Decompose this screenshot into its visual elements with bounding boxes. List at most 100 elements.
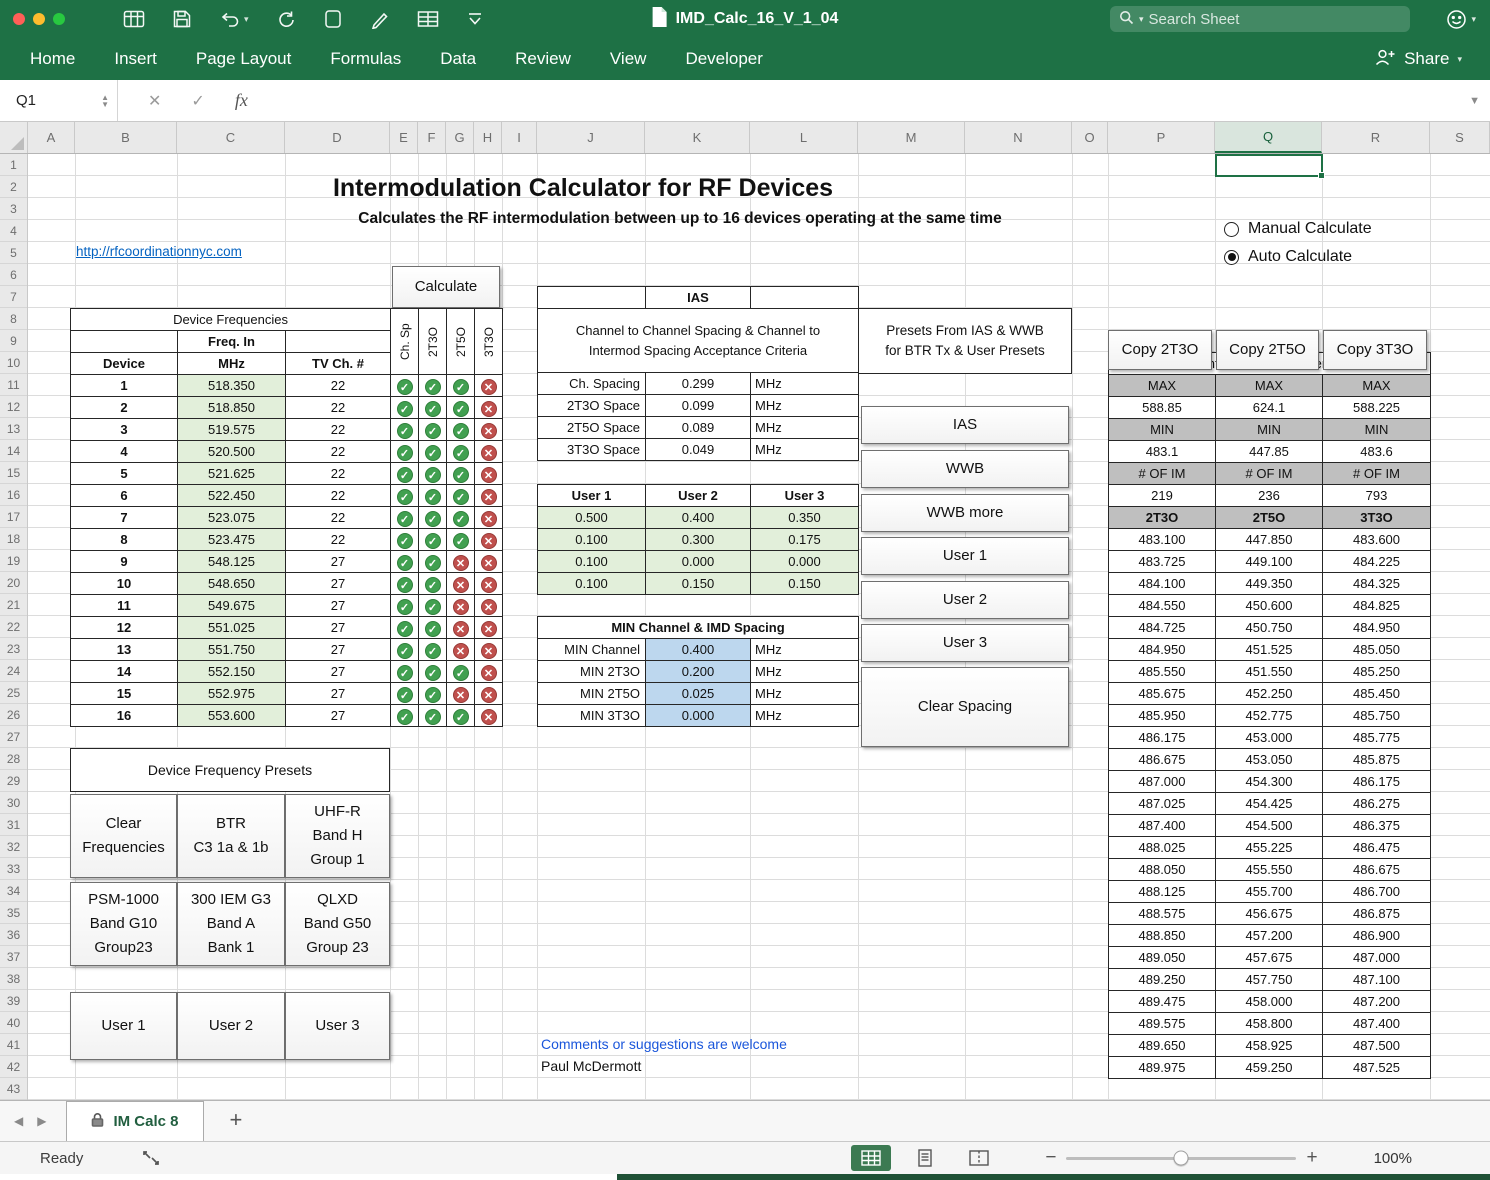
status-cell[interactable]: ✓ [391, 595, 419, 617]
status-cell[interactable]: ✓ [419, 661, 447, 683]
intermod-cell[interactable]: 457.750 [1216, 969, 1323, 991]
selected-cell-q1[interactable] [1215, 154, 1323, 177]
cancel-entry-button[interactable]: ✕ [148, 91, 161, 111]
status-cell[interactable]: ✓ [419, 441, 447, 463]
intermod-cell[interactable]: 489.050 [1109, 947, 1216, 969]
device-tvch-cell[interactable]: 22 [286, 397, 391, 419]
status-cell[interactable]: ✕ [475, 529, 503, 551]
status-cell[interactable]: ✓ [447, 375, 475, 397]
intermod-cell[interactable]: 236 [1216, 485, 1323, 507]
ias-value-cell[interactable]: 0.049 [646, 439, 751, 461]
user-value-cell[interactable]: 0.175 [751, 529, 859, 551]
row-header-23[interactable]: 23 [0, 638, 27, 660]
intermod-cell[interactable]: 484.725 [1109, 617, 1216, 639]
min-label-cell[interactable]: MIN 2T3O [538, 661, 646, 683]
device-freq-cell[interactable]: 548.650 [178, 573, 286, 595]
zoom-level[interactable]: 100% [1374, 1150, 1412, 1167]
status-cell[interactable]: ✓ [447, 485, 475, 507]
device-number-cell[interactable]: 8 [71, 529, 178, 551]
min-table-title[interactable]: MIN Channel & IMD Spacing [538, 617, 859, 639]
user-value-cell[interactable]: 0.400 [646, 507, 751, 529]
row-header-6[interactable]: 6 [0, 264, 27, 286]
freq-in-header[interactable]: Freq. In [178, 331, 286, 353]
intermod-cell[interactable]: # OF IM [1216, 463, 1323, 485]
column-header-r[interactable]: R [1322, 122, 1430, 153]
collapse-toolbar-icon[interactable] [466, 11, 484, 27]
device-number-cell[interactable]: 5 [71, 463, 178, 485]
intermod-cell[interactable]: 459.250 [1216, 1057, 1323, 1079]
insert-function-button[interactable]: fx [235, 90, 248, 111]
zoom-out-button[interactable]: − [1045, 1147, 1056, 1169]
intermod-cell[interactable]: 449.100 [1216, 551, 1323, 573]
intermod-cell[interactable]: 489.475 [1109, 991, 1216, 1013]
intermod-cell[interactable]: 485.775 [1323, 727, 1431, 749]
manual-calculate-radio[interactable]: Manual Calculate [1224, 220, 1372, 238]
search-scope-caret[interactable]: ▾ [1139, 14, 1144, 25]
status-cell[interactable]: ✓ [419, 551, 447, 573]
ribbon-tab-formulas[interactable]: Formulas [330, 49, 401, 69]
row-header-40[interactable]: 40 [0, 1012, 27, 1034]
tvch-col-header[interactable]: TV Ch. # [286, 353, 391, 375]
min-label-cell[interactable]: MIN Channel [538, 639, 646, 661]
intermod-cell[interactable]: 483.6 [1323, 441, 1431, 463]
device-table-title[interactable]: Device Frequencies [71, 309, 391, 331]
formula-bar-expand-caret[interactable]: ▼ [1469, 95, 1480, 107]
row-header-42[interactable]: 42 [0, 1056, 27, 1078]
row-header-24[interactable]: 24 [0, 660, 27, 682]
device-tvch-cell[interactable]: 27 [286, 705, 391, 727]
zoom-slider[interactable] [1066, 1157, 1296, 1160]
device-freq-cell[interactable]: 523.075 [178, 507, 286, 529]
intermod-cell[interactable]: 486.475 [1323, 837, 1431, 859]
status-cell[interactable]: ✓ [419, 529, 447, 551]
status-cell[interactable]: ✓ [419, 595, 447, 617]
page-icon[interactable] [323, 9, 343, 29]
ias-unit-cell[interactable]: MHz [751, 417, 859, 439]
status-cell[interactable]: ✓ [391, 683, 419, 705]
status-cell[interactable]: ✓ [419, 705, 447, 727]
device-freq-cell[interactable]: 552.975 [178, 683, 286, 705]
save-icon[interactable] [172, 9, 192, 29]
intermod-cell[interactable]: 484.950 [1323, 617, 1431, 639]
status-cell[interactable]: ✕ [475, 441, 503, 463]
row-header-4[interactable]: 4 [0, 220, 27, 242]
ias-unit-cell[interactable]: MHz [751, 395, 859, 417]
row-header-41[interactable]: 41 [0, 1034, 27, 1056]
column-header-k[interactable]: K [645, 122, 750, 153]
status-cell[interactable]: ✕ [475, 573, 503, 595]
intermod-cell[interactable]: 486.175 [1109, 727, 1216, 749]
share-button[interactable]: Share ▾ [1374, 48, 1462, 71]
column-header-f[interactable]: F [418, 122, 446, 153]
intermod-cell[interactable]: 487.400 [1323, 1013, 1431, 1035]
column-header-e[interactable]: E [390, 122, 418, 153]
row-header-36[interactable]: 36 [0, 924, 27, 946]
format-painter-icon[interactable] [370, 9, 390, 29]
intermod-cell[interactable]: MIN [1109, 419, 1216, 441]
worksheet-grid[interactable]: 1234567891011121314151617181920212223242… [0, 154, 1490, 1100]
row-header-32[interactable]: 32 [0, 836, 27, 858]
status-cell[interactable]: ✕ [475, 683, 503, 705]
row-header-39[interactable]: 39 [0, 990, 27, 1012]
status-cell[interactable]: ✓ [419, 639, 447, 661]
normal-view-button[interactable] [851, 1145, 891, 1171]
freq-preset-button-user-2[interactable]: User 2 [177, 992, 285, 1060]
column-header-h[interactable]: H [474, 122, 502, 153]
user-value-cell[interactable]: 0.100 [538, 573, 646, 595]
intermod-cell[interactable]: MIN [1216, 419, 1323, 441]
device-freq-cell[interactable]: 551.750 [178, 639, 286, 661]
status-cell[interactable]: ✓ [391, 507, 419, 529]
device-freq-cell[interactable]: 523.475 [178, 529, 286, 551]
row-header-22[interactable]: 22 [0, 616, 27, 638]
intermod-cell[interactable]: 457.200 [1216, 925, 1323, 947]
preset-button-user-1[interactable]: User 1 [861, 537, 1069, 575]
column-header-s[interactable]: S [1430, 122, 1490, 153]
intermod-cell[interactable]: 485.250 [1323, 661, 1431, 683]
row-header-30[interactable]: 30 [0, 792, 27, 814]
formula-input[interactable] [248, 80, 1469, 121]
ias-value-cell[interactable]: 0.099 [646, 395, 751, 417]
device-tvch-cell[interactable]: 22 [286, 441, 391, 463]
row-header-17[interactable]: 17 [0, 506, 27, 528]
intermod-cell[interactable]: 486.375 [1323, 815, 1431, 837]
status-cell[interactable]: ✓ [391, 419, 419, 441]
column-header-p[interactable]: P [1108, 122, 1215, 153]
device-tvch-cell[interactable]: 22 [286, 529, 391, 551]
